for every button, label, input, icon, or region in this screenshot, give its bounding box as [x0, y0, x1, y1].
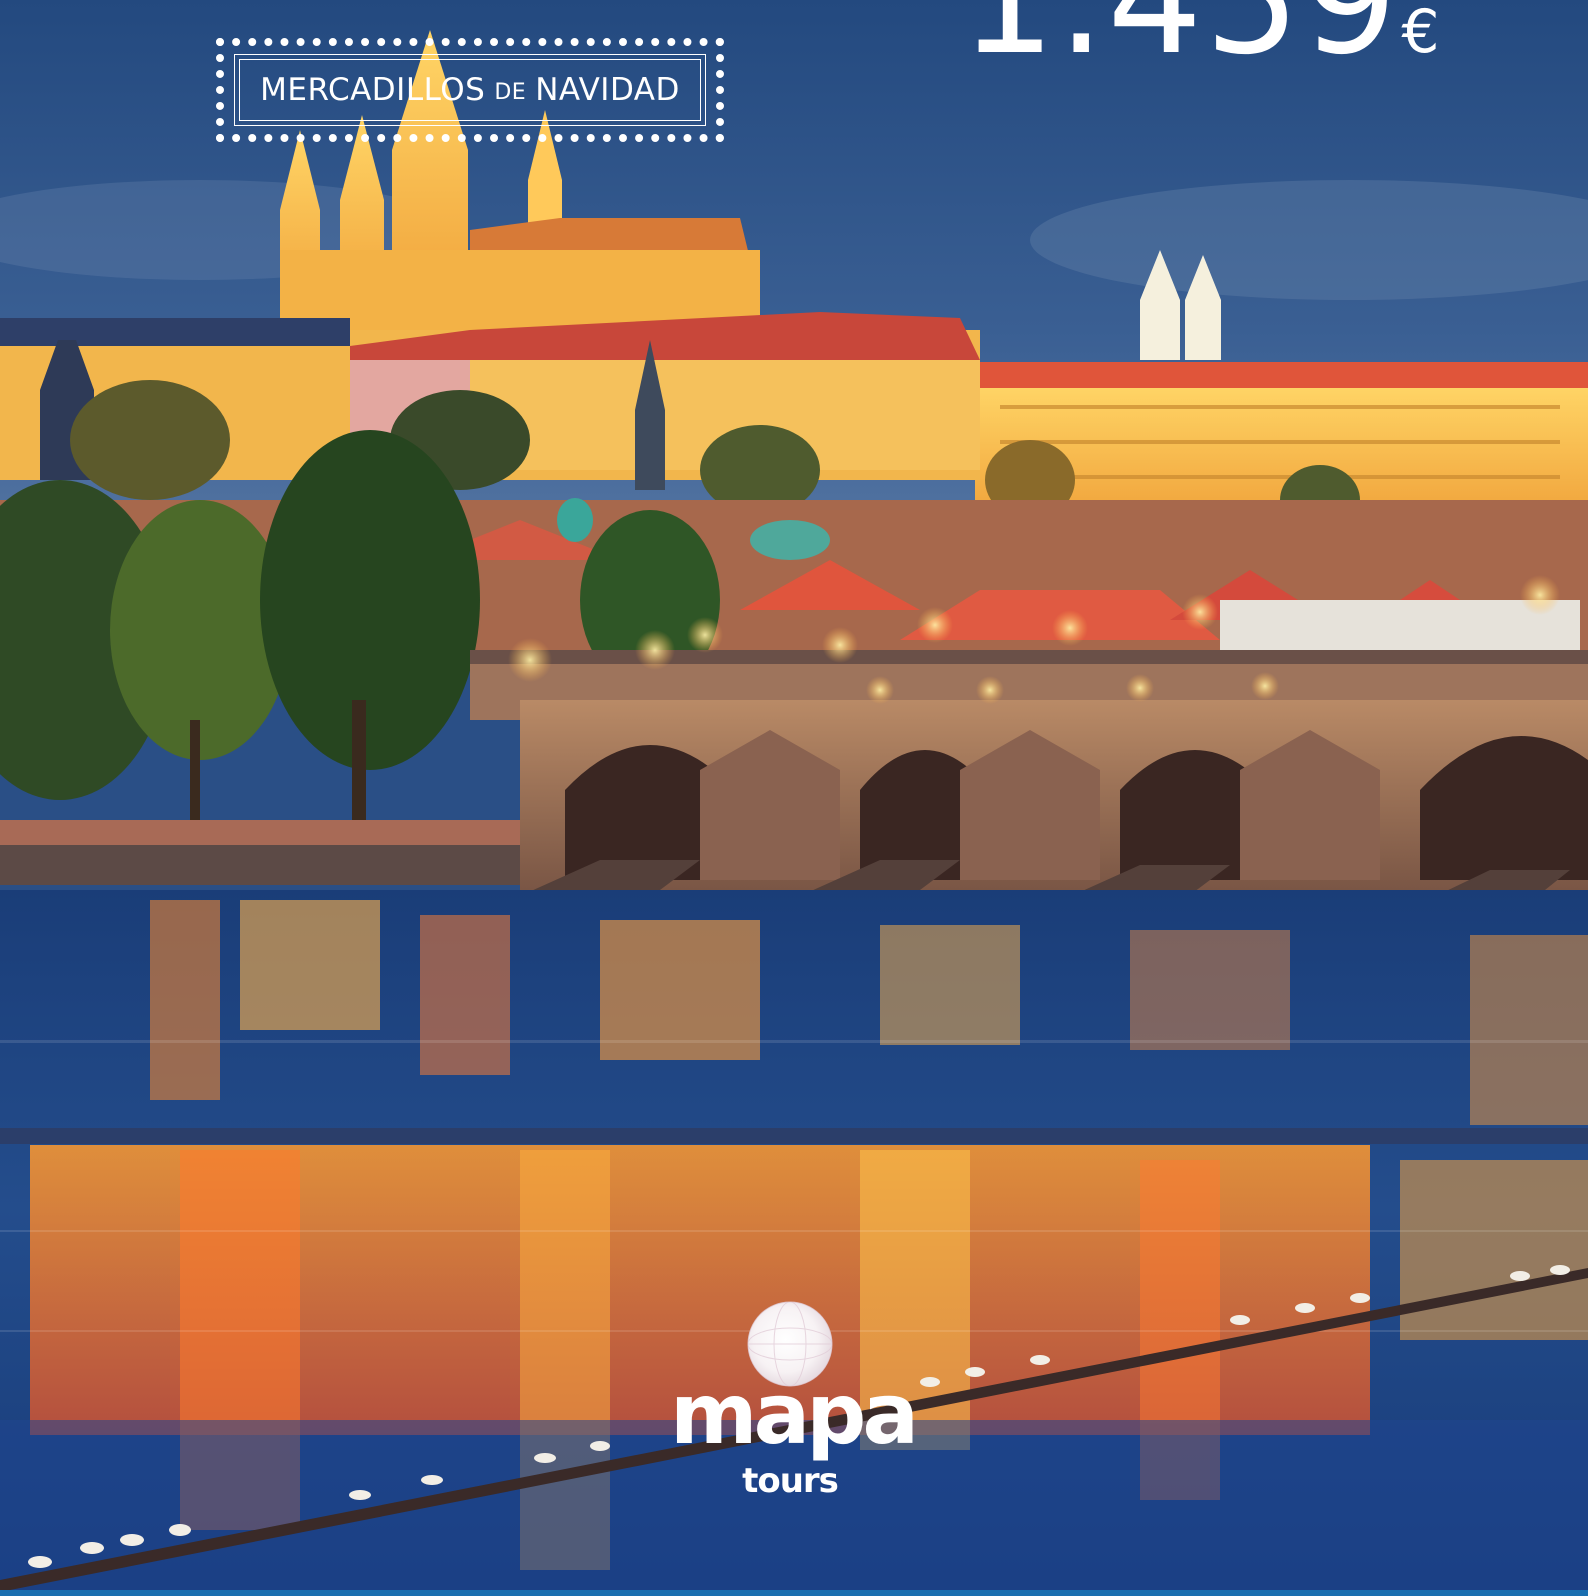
badge-text-de: DE	[494, 79, 527, 105]
price: 1.459€	[960, 0, 1440, 76]
mercadillos-de-navidad-badge: MERCADILLOS DE NAVIDAD	[216, 38, 724, 142]
badge-text-mercadillos: MERCADILLOS	[260, 72, 486, 108]
price-amount: 1.459	[960, 0, 1400, 88]
badge-frame: MERCADILLOS DE NAVIDAD	[234, 54, 706, 126]
badge-label: MERCADILLOS DE NAVIDAD	[239, 59, 701, 121]
price-currency: €	[1401, 0, 1440, 67]
logo-wordmark: mapa	[670, 1365, 919, 1463]
mapa-tours-logo: mapa tours	[670, 1300, 919, 1520]
badge-text-navidad: NAVIDAD	[535, 72, 680, 108]
logo-subtext: tours	[742, 1461, 839, 1501]
